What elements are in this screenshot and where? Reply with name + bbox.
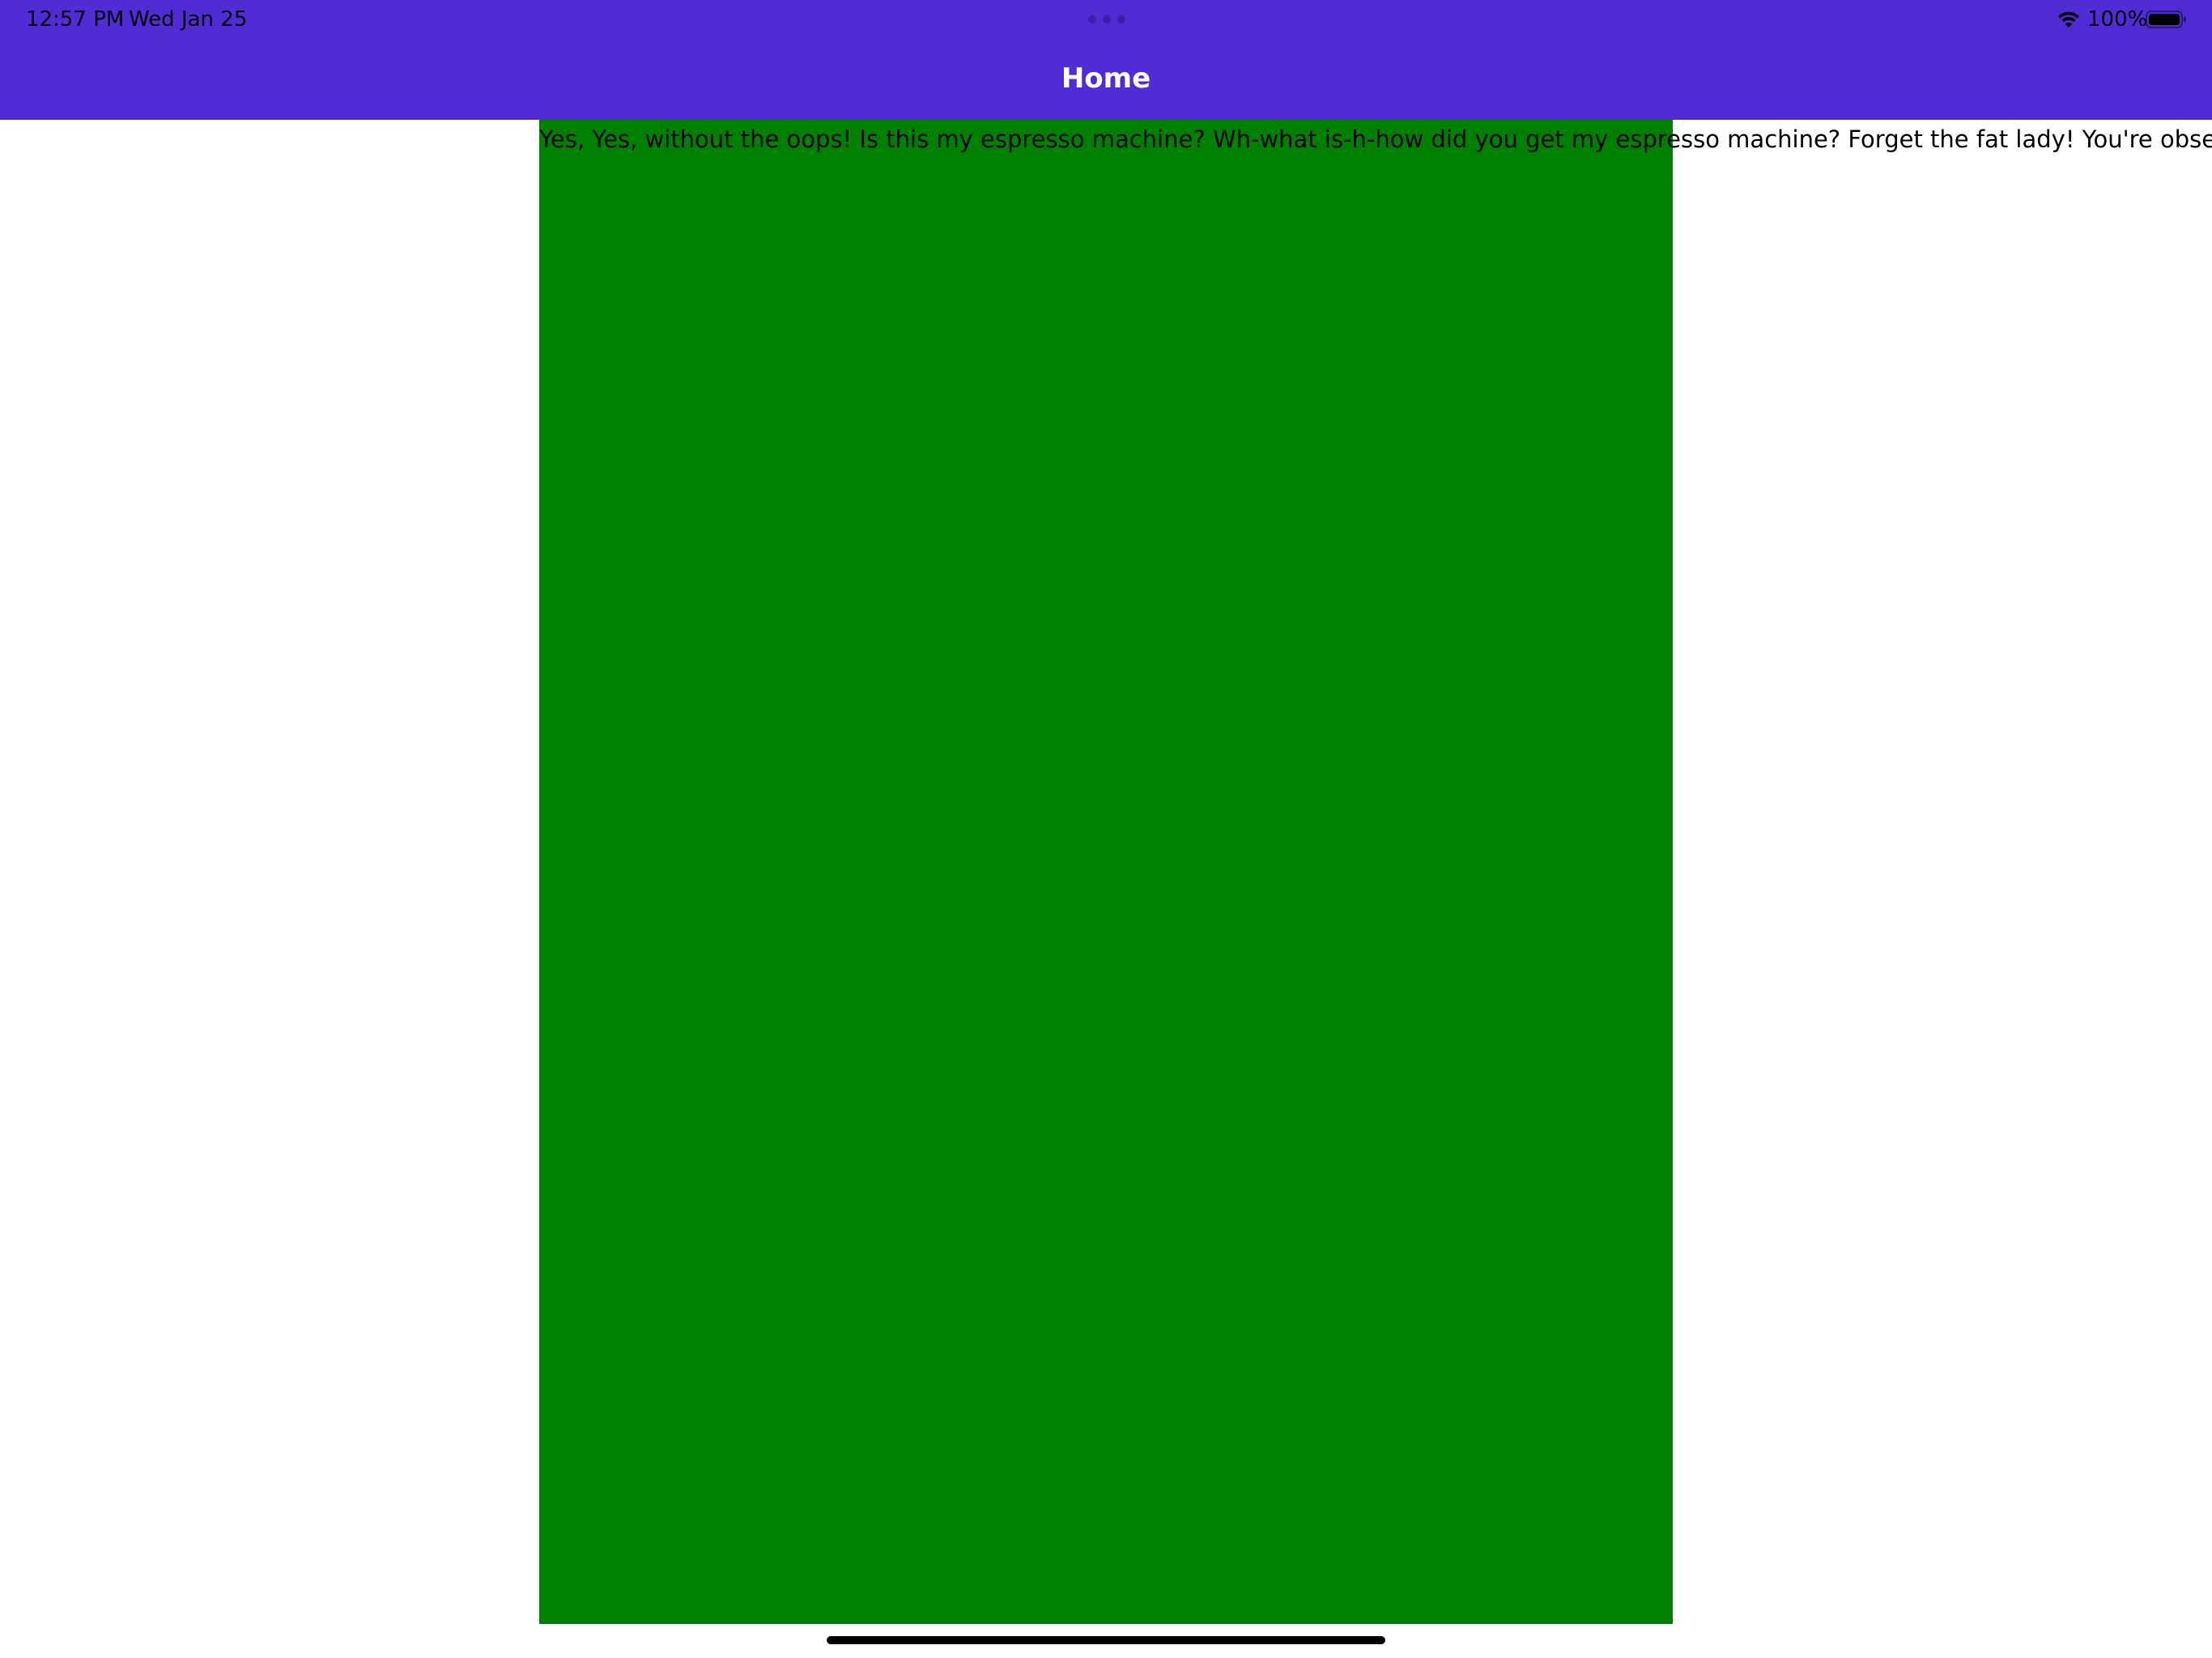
status-date: Wed Jan 25 — [129, 7, 248, 32]
app-screen: 12:57 PM Wed Jan 25 100% Home Yes, Yes, … — [0, 0, 2212, 1658]
home-indicator[interactable] — [827, 1636, 1385, 1644]
app-header: 12:57 PM Wed Jan 25 100% Home — [0, 0, 2212, 120]
green-box — [539, 120, 1673, 1624]
battery-full-icon — [2146, 10, 2188, 29]
page-title: Home — [1061, 62, 1151, 95]
status-time: 12:57 PM — [26, 7, 125, 32]
wifi-icon — [2057, 10, 2081, 29]
main-content: Yes, Yes, without the oops! Is this my e… — [0, 120, 2212, 1658]
body-text: Yes, Yes, without the oops! Is this my e… — [539, 125, 2212, 153]
battery-percent: 100% — [2087, 7, 2148, 32]
status-bar: 12:57 PM Wed Jan 25 100% — [0, 0, 2212, 39]
multitasking-menu-icon[interactable] — [1088, 15, 1125, 23]
